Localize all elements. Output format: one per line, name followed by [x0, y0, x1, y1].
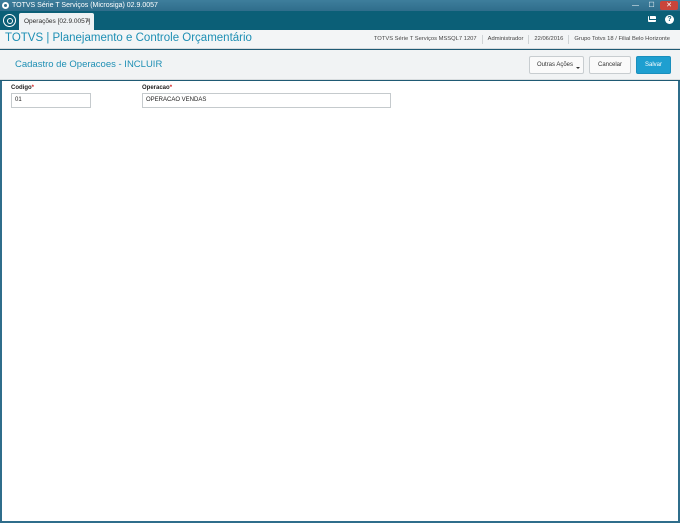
tab-close-icon[interactable]: × [86, 13, 90, 30]
form-header: Cadastro de Operacoes - INCLUIR Outras A… [0, 50, 680, 80]
window-title: TOTVS Série T Serviços (Microsiga) 02.9.… [12, 2, 158, 9]
window-controls: — ☐ ✕ [628, 1, 678, 10]
form-body: Codigo* 01 Operacao* OPERACAO VENDAS [0, 81, 680, 523]
operacao-input[interactable]: OPERACAO VENDAS [142, 93, 391, 108]
codigo-input[interactable]: 01 [11, 93, 91, 108]
tab-label: Operações [02.9.0057] [24, 18, 91, 25]
save-button[interactable]: Salvar [636, 56, 671, 74]
codigo-required-mark: * [31, 85, 35, 91]
operacao-label-text: Operacao [142, 85, 170, 91]
minimize-button[interactable]: — [628, 1, 643, 10]
product-title: TOTVS | Planejamento e Controle Orçament… [5, 32, 252, 44]
close-window-button[interactable]: ✕ [660, 1, 678, 10]
form-title: Cadastro de Operacoes - INCLUIR [15, 59, 163, 70]
mail-icon[interactable] [648, 16, 656, 22]
user-label[interactable]: Administrador [481, 35, 529, 44]
cancel-button[interactable]: Cancelar [589, 56, 631, 74]
maximize-button[interactable]: ☐ [644, 1, 659, 10]
company-label[interactable]: Grupo Totvs 18 / Filial Belo Horizonte [568, 35, 675, 44]
product-header: TOTVS | Planejamento e Controle Orçament… [0, 30, 680, 49]
operacao-label: Operacao* [142, 85, 172, 91]
environment-label[interactable]: TOTVS Série T Serviços MSSQL7 1207 [369, 35, 482, 44]
other-actions-label: Outras Ações [537, 62, 574, 68]
date-label[interactable]: 22/06/2016 [528, 35, 568, 44]
header-info: TOTVS Série T Serviços MSSQL7 1207 Admin… [369, 30, 675, 49]
tab-operacoes[interactable]: Operações [02.9.0057] × [19, 13, 94, 30]
window-titlebar: TOTVS Série T Serviços (Microsiga) 02.9.… [0, 0, 680, 11]
help-icon[interactable]: ? [665, 15, 674, 24]
operacao-required-mark: * [169, 85, 173, 91]
app-icon [2, 2, 9, 9]
chevron-down-icon [576, 67, 580, 69]
home-icon[interactable] [3, 14, 16, 27]
codigo-label: Codigo* [11, 85, 34, 91]
tab-bar: Operações [02.9.0057] × ? [0, 11, 680, 30]
codigo-label-text: Codigo [11, 85, 32, 91]
other-actions-button[interactable]: Outras Ações [529, 56, 584, 74]
